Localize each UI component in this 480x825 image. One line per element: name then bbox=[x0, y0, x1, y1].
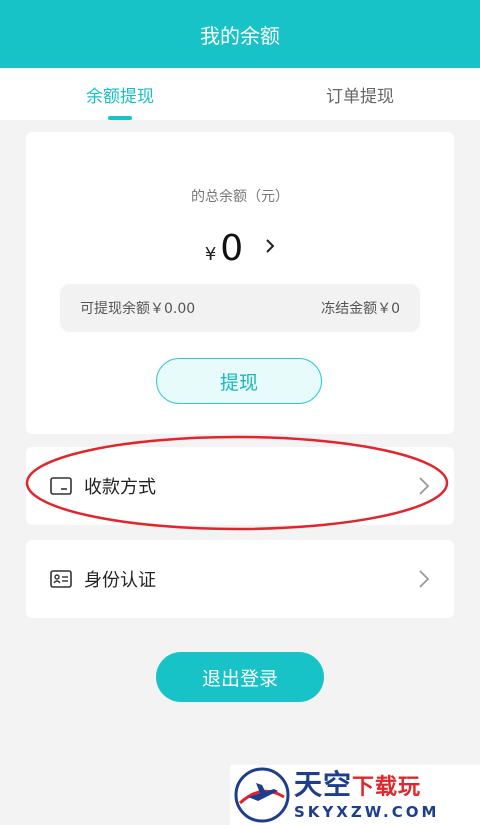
page-title: 我的余额 bbox=[200, 23, 280, 48]
card-icon bbox=[50, 477, 72, 495]
site-watermark: 天空下载玩 SKYXZW.COM bbox=[230, 765, 480, 825]
identity-verification-row[interactable]: 身份认证 bbox=[26, 540, 454, 618]
app-header: 我的余额 bbox=[0, 0, 480, 68]
watermark-sub: SKYXZW.COM bbox=[294, 802, 440, 821]
chevron-right-icon bbox=[419, 477, 430, 495]
logout-button[interactable]: 退出登录 bbox=[156, 652, 324, 702]
active-tab-indicator bbox=[108, 116, 132, 120]
frozen-amount: 冻结金额￥0 bbox=[321, 301, 400, 317]
tab-balance-withdraw-label: 余额提现 bbox=[86, 86, 154, 107]
id-card-icon bbox=[50, 570, 72, 588]
identity-verification-label: 身份认证 bbox=[84, 570, 156, 591]
payment-method-label: 收款方式 bbox=[84, 477, 156, 498]
balance-amount-row: ¥ 0 bbox=[26, 228, 454, 269]
watermark-main: 天空 bbox=[294, 767, 353, 801]
watermark-main-red: 下载玩 bbox=[352, 774, 422, 800]
tab-balance-withdraw[interactable]: 余额提现 bbox=[0, 68, 240, 120]
balance-detail-arrow-icon[interactable] bbox=[265, 238, 275, 259]
tab-bar: 余额提现 订单提现 bbox=[0, 68, 480, 120]
withdraw-button[interactable]: 提现 bbox=[156, 358, 322, 404]
watermark-text: 天空下载玩 SKYXZW.COM bbox=[294, 767, 440, 821]
balance-card: 的总余额（元） ¥ 0 可提现余额￥0.00 冻结金额￥0 提现 bbox=[26, 132, 454, 434]
tab-order-withdraw-label: 订单提现 bbox=[326, 86, 394, 107]
chevron-right-icon bbox=[419, 570, 430, 588]
withdrawable-balance: 可提现余额￥0.00 bbox=[80, 301, 196, 317]
balance-amount: 0 bbox=[220, 228, 244, 269]
total-balance-label: 的总余额（元） bbox=[191, 189, 289, 205]
tab-order-withdraw[interactable]: 订单提现 bbox=[240, 68, 480, 120]
payment-method-row[interactable]: 收款方式 bbox=[26, 447, 454, 525]
airplane-globe-logo-icon bbox=[234, 767, 290, 823]
currency-symbol: ¥ bbox=[204, 244, 217, 265]
balance-breakdown: 可提现余额￥0.00 冻结金额￥0 bbox=[60, 284, 420, 332]
